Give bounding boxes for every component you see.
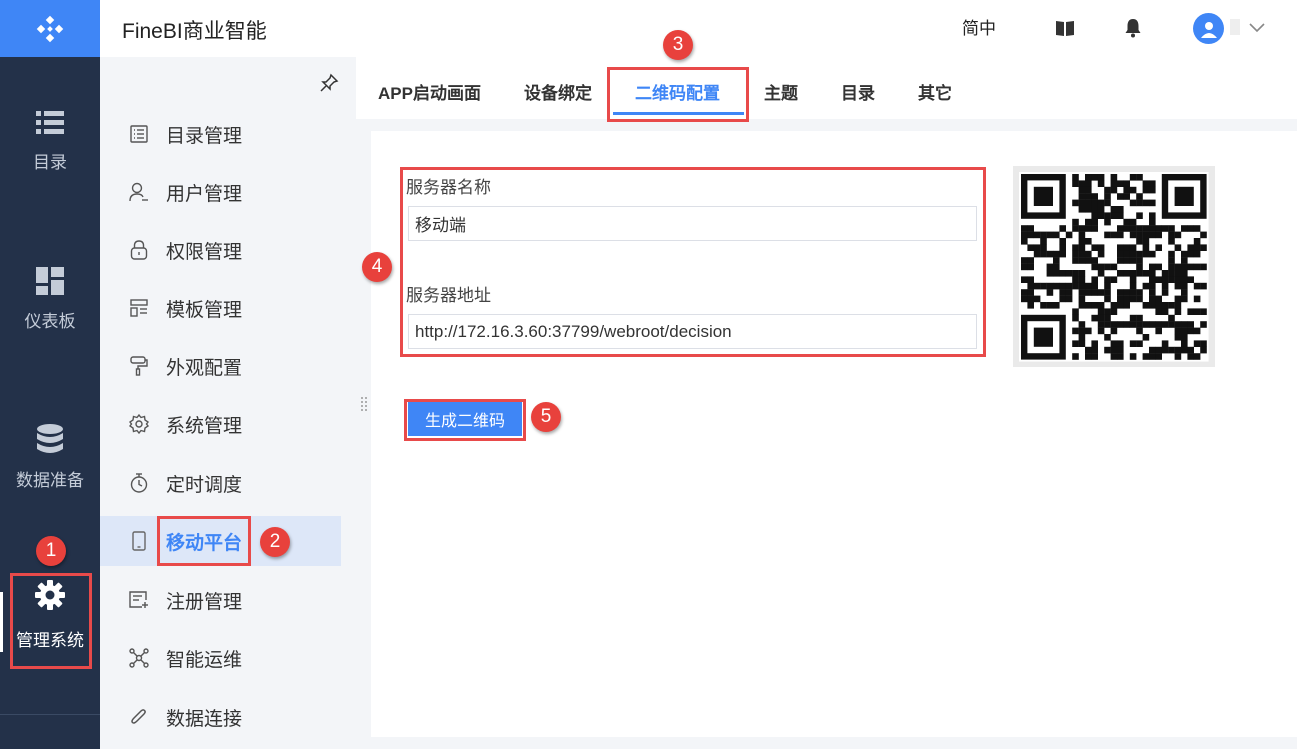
- step-badge-4: 4: [362, 252, 392, 282]
- pin-icon[interactable]: [319, 73, 339, 93]
- rail-item-data-prep[interactable]: 数据准备: [0, 424, 100, 491]
- sidebar-item-users[interactable]: 用户管理: [100, 167, 341, 217]
- user-avatar-icon: [1200, 21, 1217, 38]
- app-title: FineBI商业智能: [122, 20, 267, 43]
- step-badge-2: 2: [260, 527, 290, 557]
- bell-icon[interactable]: [1124, 18, 1142, 38]
- rail-label: 仪表板: [24, 312, 76, 331]
- database-icon: [37, 424, 63, 453]
- tab-catalog[interactable]: 目录: [841, 79, 875, 104]
- step-badge-5: 5: [531, 402, 561, 432]
- tab-device-binding[interactable]: 设备绑定: [524, 79, 592, 104]
- network-icon: [128, 647, 150, 669]
- sidebar-item-catalog[interactable]: 目录管理: [100, 109, 341, 159]
- sidebar-item-system[interactable]: 系统管理: [100, 399, 341, 449]
- sidebar-item-label: 权限管理: [166, 241, 243, 263]
- timer-icon: [128, 472, 150, 494]
- chevron-down-icon[interactable]: [1248, 21, 1266, 33]
- step-badge-1: 1: [36, 536, 66, 566]
- paint-roller-icon: [128, 355, 150, 377]
- lock-icon: [128, 239, 150, 261]
- annotation-box-generate: [404, 399, 526, 441]
- sidebar-item-ops[interactable]: 智能运维: [100, 633, 341, 683]
- annotation-box-mobile: [157, 516, 251, 566]
- sidebar-item-label: 定时调度: [166, 474, 243, 496]
- user-name: [1230, 19, 1240, 35]
- sidebar-item-registration[interactable]: 注册管理: [100, 575, 341, 625]
- mobile-icon: [128, 530, 150, 552]
- sidebar-item-templates[interactable]: 模板管理: [100, 283, 341, 333]
- annotation-box-qrcode-tab: [607, 67, 749, 122]
- sidebar-item-label: 用户管理: [166, 183, 243, 205]
- rail-label: 目录: [33, 153, 67, 172]
- sidebar-item-label: 目录管理: [166, 125, 243, 147]
- register-icon: [128, 589, 150, 611]
- sidebar-item-label: 智能运维: [166, 649, 243, 671]
- paperclip-icon: [128, 706, 150, 728]
- avatar[interactable]: [1193, 13, 1224, 44]
- sidebar-item-data-connection[interactable]: 数据连接: [100, 692, 341, 742]
- sidebar-item-label: 外观配置: [166, 357, 243, 379]
- logo-icon: [36, 15, 64, 42]
- qr-code: [1013, 166, 1215, 367]
- rail-label: 数据准备: [16, 471, 84, 490]
- sidebar-item-schedule[interactable]: 定时调度: [100, 458, 341, 508]
- rail-item-catalog[interactable]: 目录: [0, 110, 100, 173]
- sidebar-item-label: 系统管理: [166, 415, 243, 437]
- annotation-box-admin: [10, 573, 92, 669]
- sidebar-item-label: 数据连接: [166, 708, 243, 730]
- tab-bar: APP启动画面 设备绑定 二维码配置 主题 目录 其它: [356, 57, 1297, 119]
- tab-app-splash[interactable]: APP启动画面: [378, 79, 481, 104]
- sidebar-item-label: 模板管理: [166, 299, 243, 321]
- list-icon: [36, 111, 64, 134]
- tab-theme[interactable]: 主题: [764, 79, 798, 104]
- book-icon[interactable]: [1055, 19, 1075, 37]
- catalog-icon: [128, 123, 150, 145]
- language-switch[interactable]: 简中: [962, 14, 996, 39]
- app-logo[interactable]: [0, 0, 100, 57]
- qr-code-image: [1019, 172, 1209, 362]
- admin-sidebar: 目录管理 用户管理 权限管理 模板管理 外观配置 系统管理 定时调度 移动平台 …: [100, 57, 356, 749]
- sidebar-item-label: 注册管理: [166, 591, 243, 613]
- settings-icon: [128, 413, 150, 435]
- tab-other[interactable]: 其它: [918, 79, 952, 104]
- user-icon: [128, 181, 150, 203]
- rail-divider: [0, 714, 100, 715]
- drag-handle-icon[interactable]: [360, 396, 368, 412]
- sidebar-item-appearance[interactable]: 外观配置: [100, 341, 341, 391]
- sidebar-item-permissions[interactable]: 权限管理: [100, 225, 341, 275]
- annotation-box-form: [400, 167, 986, 357]
- rail-item-dashboard[interactable]: 仪表板: [0, 267, 100, 332]
- dashboard-icon: [36, 267, 64, 295]
- step-badge-3: 3: [663, 30, 693, 60]
- top-header: FineBI商业智能 简中: [100, 0, 1297, 57]
- template-icon: [128, 297, 150, 319]
